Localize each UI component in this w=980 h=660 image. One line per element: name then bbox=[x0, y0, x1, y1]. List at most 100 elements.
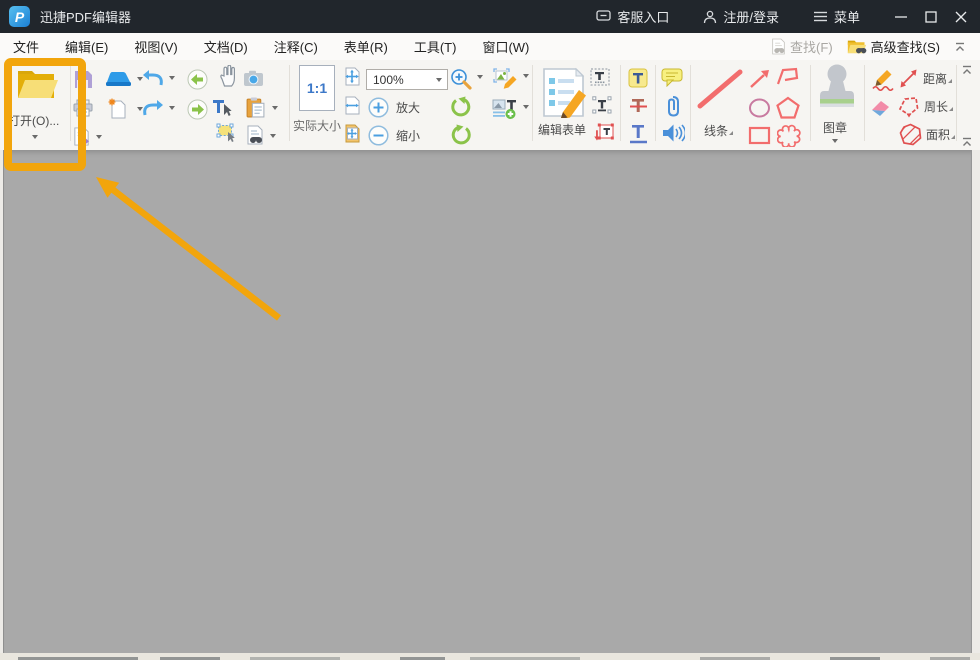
fit-page-button[interactable] bbox=[344, 67, 361, 91]
polyline-tool-button[interactable] bbox=[775, 67, 800, 93]
collapse-toolbar-top-icon[interactable] bbox=[961, 65, 973, 75]
strikeout-text-button[interactable] bbox=[629, 97, 648, 121]
menu-tools[interactable]: 工具(T) bbox=[401, 33, 470, 60]
clipboard-icon bbox=[246, 97, 265, 118]
menu-view[interactable]: 视图(V) bbox=[121, 33, 190, 60]
line-tool-button[interactable]: 线条 bbox=[694, 64, 746, 148]
main-menu-button[interactable]: 菜单 bbox=[813, 7, 860, 26]
select-annotation-button[interactable] bbox=[216, 123, 237, 147]
redo-dropdown-icon[interactable] bbox=[169, 106, 175, 110]
rotate-right-icon bbox=[451, 124, 471, 145]
form-text-button[interactable] bbox=[592, 96, 612, 119]
actual-size-label: 实际大小 bbox=[293, 119, 342, 133]
export-button[interactable] bbox=[72, 127, 102, 151]
hand-tool-button[interactable] bbox=[218, 64, 238, 93]
stamp-label: 图章 bbox=[823, 121, 848, 135]
login-button[interactable]: 注册/登录 bbox=[703, 7, 779, 26]
zoom-level-select[interactable]: 100% bbox=[366, 69, 448, 90]
edit-content-dropdown-icon[interactable] bbox=[523, 74, 529, 78]
note-comment-button[interactable] bbox=[661, 68, 683, 92]
fit-width-button[interactable] bbox=[344, 96, 361, 120]
bottom-edge-strip bbox=[0, 653, 980, 660]
fit-visible-button[interactable] bbox=[344, 124, 361, 148]
camera-icon bbox=[244, 70, 263, 86]
text-field-button[interactable] bbox=[590, 68, 610, 91]
perimeter-tool-button[interactable]: 周长 bbox=[897, 96, 954, 118]
minimize-button[interactable] bbox=[886, 0, 916, 33]
customer-service-button[interactable]: 客服入口 bbox=[596, 7, 669, 26]
find-doc-dropdown-icon[interactable] bbox=[270, 134, 276, 138]
add-content-dropdown-icon[interactable] bbox=[523, 105, 529, 109]
find-in-document-button[interactable] bbox=[246, 125, 276, 150]
minimize-icon bbox=[895, 15, 907, 18]
menu-form[interactable]: 表单(R) bbox=[331, 33, 401, 60]
print-button[interactable] bbox=[73, 99, 93, 122]
export-doc-icon bbox=[74, 127, 90, 146]
edit-form-button[interactable]: 编辑表单 bbox=[536, 63, 588, 147]
find-button[interactable]: 查找(F) bbox=[771, 37, 833, 56]
menu-window[interactable]: 窗口(W) bbox=[469, 33, 542, 60]
scan-button[interactable] bbox=[105, 70, 143, 93]
collapse-toolbar-bottom-icon[interactable] bbox=[961, 137, 973, 147]
next-view-button[interactable] bbox=[187, 99, 208, 125]
attach-file-button[interactable] bbox=[666, 95, 680, 122]
distance-tool-button[interactable]: 距离 bbox=[898, 68, 953, 89]
redo-button[interactable] bbox=[142, 99, 175, 123]
undo-dropdown-icon[interactable] bbox=[169, 76, 175, 80]
redo-icon bbox=[143, 100, 163, 116]
find-label: 查找(F) bbox=[790, 40, 833, 55]
stamp-icon bbox=[820, 64, 854, 107]
stamp-dropdown-icon[interactable] bbox=[832, 139, 838, 143]
maximize-button[interactable] bbox=[916, 0, 946, 33]
area-tool-button[interactable]: 面积 bbox=[899, 123, 956, 146]
marquee-zoom-dropdown-icon[interactable] bbox=[477, 75, 483, 79]
close-icon bbox=[955, 11, 967, 22]
add-content-icon bbox=[492, 99, 516, 119]
print-icon bbox=[73, 99, 93, 117]
menu-edit[interactable]: 编辑(E) bbox=[52, 33, 121, 60]
save-button[interactable] bbox=[73, 69, 93, 94]
app-window: P 迅捷PDF编辑器 客服入口 注册/登录 菜单 文件 编辑(E) 视图(V) … bbox=[0, 0, 980, 660]
polygon-tool-button[interactable] bbox=[776, 96, 800, 124]
advanced-find-button[interactable]: 高级查找(S) bbox=[847, 37, 940, 56]
zoom-out-button[interactable]: 缩小 bbox=[368, 125, 420, 146]
marquee-zoom-button[interactable] bbox=[450, 68, 483, 95]
close-button[interactable] bbox=[946, 0, 976, 33]
fit-width-icon bbox=[345, 96, 360, 115]
highlight-text-button[interactable] bbox=[628, 68, 648, 93]
stamp-button[interactable]: 图章 bbox=[815, 63, 859, 149]
advanced-find-label: 高级查找(S) bbox=[870, 40, 940, 55]
tab-order-button[interactable] bbox=[594, 123, 615, 148]
cloud-tool-button[interactable] bbox=[776, 124, 801, 152]
snapshot-button[interactable] bbox=[243, 70, 264, 92]
arrow-tool-button[interactable] bbox=[748, 69, 771, 94]
edit-content-button[interactable] bbox=[492, 67, 529, 94]
collapse-menubar-icon[interactable] bbox=[954, 42, 966, 52]
rotate-left-button[interactable] bbox=[450, 96, 472, 123]
rotate-right-button[interactable] bbox=[450, 124, 472, 151]
zoom-in-button[interactable]: 放大 bbox=[368, 97, 420, 118]
rectangle-tool-button[interactable] bbox=[748, 126, 771, 150]
underline-text-button[interactable] bbox=[629, 124, 648, 149]
new-document-button[interactable] bbox=[108, 98, 143, 124]
menu-file[interactable]: 文件 bbox=[0, 33, 52, 60]
pencil-tool-button[interactable] bbox=[871, 67, 896, 96]
export-dropdown-icon[interactable] bbox=[96, 135, 102, 139]
select-text-button[interactable] bbox=[212, 98, 233, 122]
menu-document[interactable]: 文档(D) bbox=[191, 33, 261, 60]
open-dropdown-icon[interactable] bbox=[32, 135, 38, 139]
clipboard-dropdown-icon[interactable] bbox=[272, 106, 278, 110]
menu-comment[interactable]: 注释(C) bbox=[261, 33, 331, 60]
hamburger-icon bbox=[813, 11, 827, 22]
open-button[interactable]: 打开(O)... bbox=[6, 62, 68, 146]
text-field-icon bbox=[590, 68, 610, 86]
eraser-tool-button[interactable] bbox=[869, 98, 892, 123]
undo-button[interactable] bbox=[142, 69, 175, 93]
oval-tool-button[interactable] bbox=[748, 98, 771, 123]
clipboard-button[interactable] bbox=[246, 97, 278, 123]
actual-size-button[interactable]: 1:1 实际大小 bbox=[293, 63, 341, 147]
customer-service-label: 客服入口 bbox=[617, 10, 670, 25]
record-audio-button[interactable] bbox=[662, 123, 687, 148]
previous-view-button[interactable] bbox=[187, 69, 208, 95]
add-content-button[interactable] bbox=[492, 98, 529, 125]
